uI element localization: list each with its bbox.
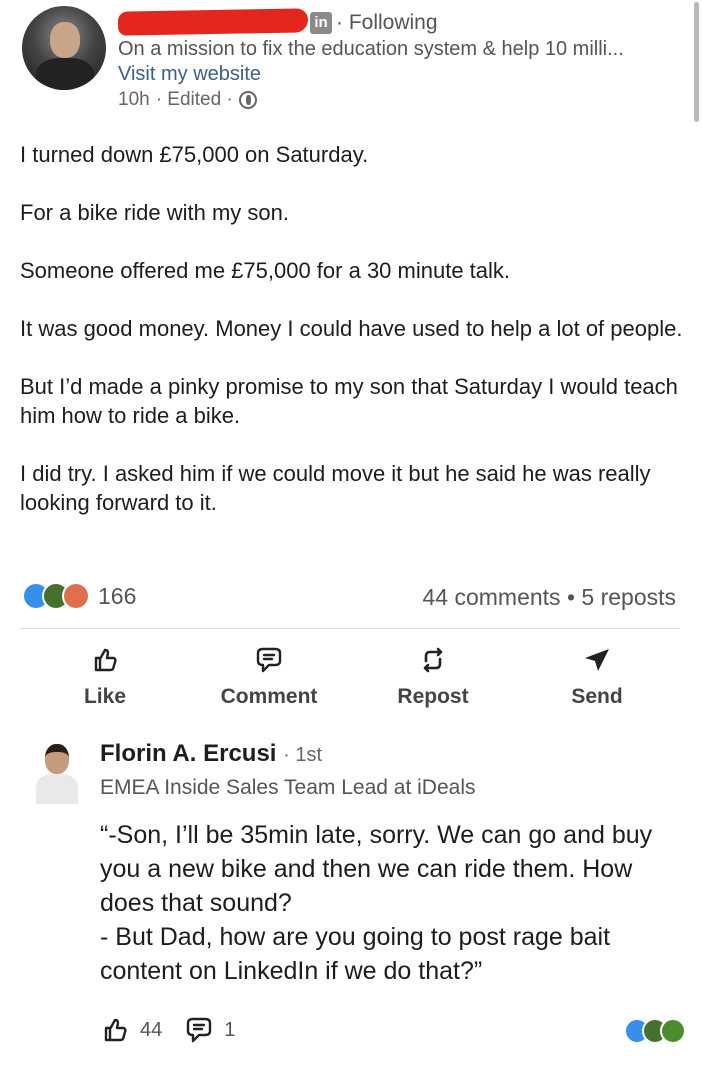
thumbs-up-icon[interactable]	[100, 1015, 130, 1045]
comment: Florin A. Ercusi · 1st EMEA Inside Sales…	[28, 738, 686, 1058]
post-paragraph: For a bike ride with my son.	[20, 200, 289, 225]
send-button[interactable]: Send	[522, 645, 672, 709]
comment-text: “-Son, I’ll be 35min late, sorry. We can…	[100, 818, 680, 988]
comment-footer: 44 1	[100, 1015, 235, 1045]
thumbs-up-icon	[94, 648, 117, 672]
avatar-face	[50, 22, 80, 58]
avatar-body	[36, 58, 94, 90]
divider	[20, 628, 680, 629]
post-paragraph: It was good money. Money I could have us…	[20, 316, 683, 341]
post-edited: · Edited ·	[155, 89, 233, 110]
visit-website-link[interactable]: Visit my website	[118, 63, 261, 86]
comment-reply-count: 1	[224, 1018, 236, 1041]
comment-icon	[256, 647, 282, 673]
linkedin-badge-icon: in	[310, 12, 332, 34]
like-button[interactable]: Like	[30, 645, 180, 709]
comment-line: “-Son, I’ll be 35min late, sorry. We can…	[100, 821, 653, 917]
commenter-title: EMEA Inside Sales Team Lead at iDeals	[100, 776, 476, 799]
post-paragraph: I did try. I asked him if we could move …	[20, 461, 651, 515]
post-paragraph: But I’d made a pinky promise to my son t…	[20, 374, 678, 428]
post-meta: 10h · Edited ·	[118, 89, 257, 111]
send-icon	[585, 649, 609, 671]
comment-button[interactable]: Comment	[194, 645, 344, 709]
post-header: in · Following On a mission to fix the e…	[18, 4, 688, 112]
repost-icon	[423, 647, 443, 673]
love-icon	[62, 582, 90, 610]
comment-reactions[interactable]	[624, 1018, 686, 1044]
commenter-name-text: Florin A. Ercusi	[100, 740, 277, 767]
redacted-author-name	[117, 8, 309, 36]
commenter-name[interactable]: Florin A. Ercusi · 1st	[100, 740, 322, 768]
post-time: 10h	[118, 89, 150, 110]
action-bar: Like Comment Repost Send	[30, 645, 672, 709]
commenter-head	[45, 744, 69, 774]
comment-line: - But Dad, how are you going to post rag…	[100, 923, 611, 985]
comment-reply-icon[interactable]	[184, 1015, 214, 1045]
support-icon	[660, 1018, 686, 1044]
like-label: Like	[83, 685, 127, 708]
connection-degree: · 1st	[283, 744, 323, 766]
reactions-summary[interactable]: 166	[22, 582, 136, 610]
author-avatar[interactable]	[22, 6, 106, 90]
post-paragraph: I turned down £75,000 on Saturday.	[20, 142, 369, 167]
post-paragraph: Someone offered me £75,000 for a 30 minu…	[20, 258, 511, 283]
repost-button[interactable]: Repost	[358, 645, 508, 709]
send-label: Send	[571, 685, 623, 708]
post-body: I turned down £75,000 on Saturday. For a…	[20, 140, 685, 546]
follow-status[interactable]: · Following	[336, 11, 438, 35]
comments-reposts-count[interactable]: 44 comments • 5 reposts	[423, 584, 677, 611]
globe-icon	[238, 91, 257, 109]
reaction-count: 166	[98, 582, 137, 609]
commenter-avatar[interactable]	[34, 742, 80, 804]
commenter-shirt	[36, 774, 78, 804]
repost-label: Repost	[397, 685, 469, 708]
comment-like-count: 44	[140, 1018, 163, 1041]
comment-label: Comment	[220, 685, 318, 708]
scrollbar[interactable]	[694, 2, 699, 122]
author-headline: On a mission to fix the education system…	[118, 38, 624, 60]
